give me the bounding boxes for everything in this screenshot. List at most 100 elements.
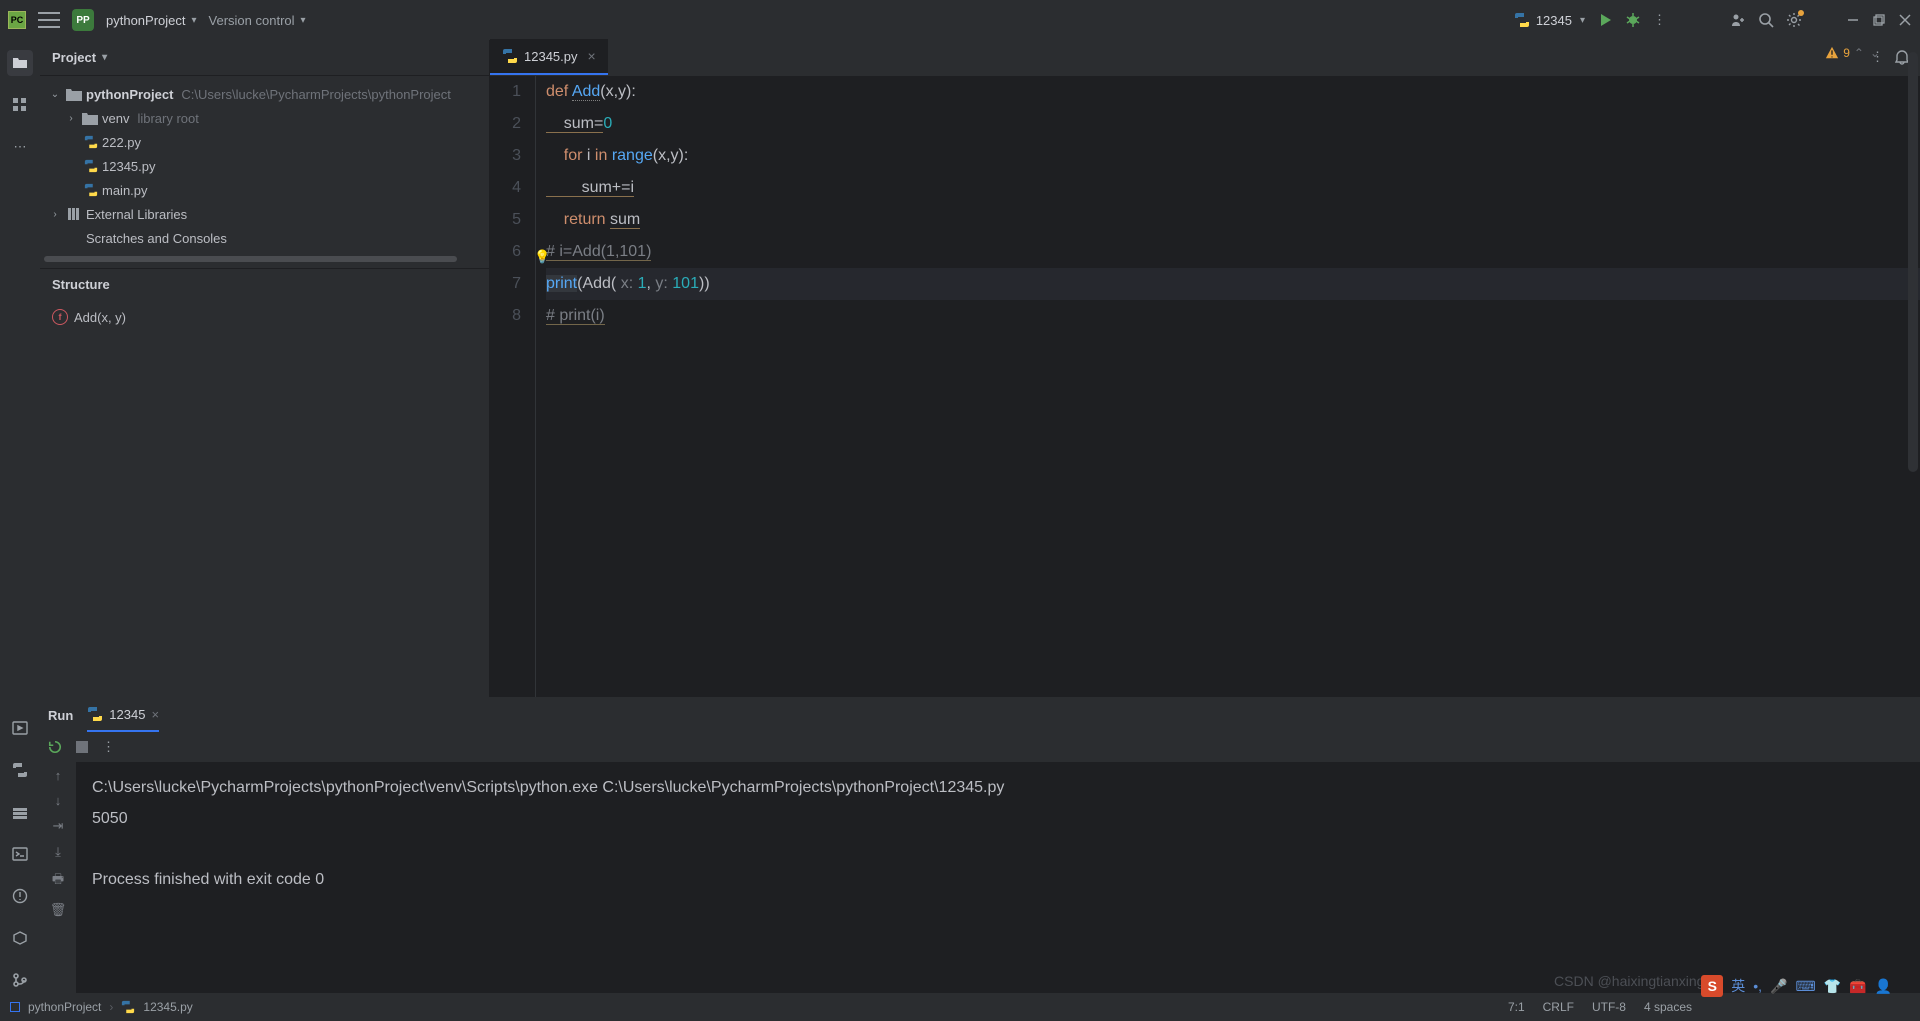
soft-wrap-icon[interactable]: ⇥ [53,818,64,834]
editor-tab-label: 12345.py [524,49,578,64]
left-tool-rail: ⋯ [0,40,40,993]
run-button[interactable] [1597,12,1613,28]
ime-punct-icon[interactable]: •, [1753,978,1762,994]
project-badge: PP [72,9,94,31]
prev-highlight-icon[interactable]: ⌃ [1854,46,1864,60]
status-bar: pythonProject › 12345.py 7:1 CRLF UTF-8 … [0,993,1920,1021]
vcs-button[interactable] [7,967,33,993]
code-with-me-icon[interactable] [1730,12,1746,28]
warning-icon [1825,46,1839,60]
tree-external-libs[interactable]: › External Libraries [40,202,489,226]
close-button[interactable] [1898,14,1912,26]
tree-file[interactable]: main.py [40,178,489,202]
run-output[interactable]: C:\Users\lucke\PycharmProjects\pythonPro… [76,762,1920,993]
intention-bulb-icon[interactable]: 💡 [534,241,550,273]
tree-scratch-label: Scratches and Consoles [86,231,227,246]
version-control-label: Version control [209,13,295,28]
tree-file-label: 222.py [102,135,141,150]
tree-file[interactable]: 222.py [40,130,489,154]
python-console-button[interactable] [7,757,33,783]
editor-tab[interactable]: 12345.py × [490,39,608,75]
tree-root-path: C:\Users\lucke\PycharmProjects\pythonPro… [181,87,450,102]
breadcrumb-project[interactable]: pythonProject [28,1000,101,1014]
tree-root-label: pythonProject [86,87,173,102]
stop-button[interactable] [76,741,88,753]
line-ending[interactable]: CRLF [1543,1000,1574,1014]
project-selector[interactable]: pythonProject ▾ [106,13,197,28]
caret-position[interactable]: 7:1 [1508,1000,1525,1014]
ime-mic-icon[interactable]: 🎤 [1770,978,1787,995]
ime-tool-icon[interactable]: 🧰 [1849,978,1866,995]
debug-button[interactable] [1625,12,1641,28]
inspection-indicator[interactable]: 9 ⌃⌄ [1825,46,1880,60]
up-icon[interactable]: ↑ [55,768,62,783]
more-tool-button[interactable]: ⋯ [7,134,33,160]
tree-venv-label: venv [102,111,129,126]
scroll-to-end-icon[interactable]: ⤓ [55,844,61,860]
structure-item[interactable]: f Add(x, y) [52,306,477,328]
editor-body[interactable]: 💡 def Add(x,y): sum=0 for i in range(x,y… [536,76,1920,697]
tree-scratches[interactable]: › Scratches and Consoles [40,226,489,250]
run-tab[interactable]: 12345 × [87,698,159,732]
pycharm-logo-icon: PC [8,11,26,29]
project-tool-button[interactable] [7,50,33,76]
run-config-selector[interactable]: 12345 ▾ [1514,12,1585,28]
rerun-button[interactable] [48,740,62,754]
python-packages-button[interactable] [7,799,33,825]
indent-setting[interactable]: 4 spaces [1644,1000,1692,1014]
more-actions-button[interactable]: ⋮ [1653,12,1666,28]
tree-venv-hint: library root [137,111,198,126]
python-icon [121,1000,135,1014]
settings-icon[interactable] [1786,12,1802,28]
run-more-icon[interactable]: ⋮ [102,739,115,755]
function-icon: f [52,309,68,325]
ime-skin-icon[interactable]: 👕 [1824,978,1841,995]
tree-root[interactable]: ⌄ pythonProject C:\Users\lucke\PycharmPr… [40,82,489,106]
problems-button[interactable] [7,883,33,909]
down-icon[interactable]: ↓ [55,793,62,808]
status-indicator-icon[interactable] [10,1002,20,1012]
project-name-label: pythonProject [106,13,186,28]
main-menu-icon[interactable] [38,12,60,28]
run-result-line: 5050 [92,810,128,827]
run-config-label: 12345 [1536,13,1572,28]
close-run-tab-icon[interactable]: × [151,707,159,722]
project-panel-title: Project [52,50,96,65]
project-tree: ⌄ pythonProject C:\Users\lucke\PycharmPr… [40,76,489,268]
minimize-button[interactable] [1846,14,1860,26]
python-icon [1514,12,1530,28]
structure-tool-button[interactable] [7,92,33,118]
print-icon[interactable]: 🖶 [52,870,64,892]
editor-gutter: 1 2 3 4 5 6 7 8 [490,76,536,697]
editor-scrollbar[interactable] [1908,52,1918,472]
search-icon[interactable] [1758,12,1774,28]
run-side-toolbar: ↑ ↓ ⇥ ⤓ 🖶 🗑 [40,762,76,993]
clear-icon[interactable]: 🗑 [50,902,67,918]
ime-keyboard-icon[interactable]: ⌨ [1795,978,1815,995]
breadcrumb-file[interactable]: 12345.py [143,1000,192,1014]
python-icon [502,48,518,64]
ime-user-icon[interactable]: 👤 [1875,978,1892,995]
maximize-button[interactable] [1872,14,1886,26]
services-button[interactable] [7,925,33,951]
tree-ext-label: External Libraries [86,207,187,222]
close-tab-icon[interactable]: × [588,48,596,64]
run-exit-line: Process finished with exit code 0 [92,871,324,888]
tree-scrollbar[interactable] [44,256,457,262]
run-cmd-line: C:\Users\lucke\PycharmProjects\pythonPro… [92,779,1004,796]
tree-file-label: main.py [102,183,148,198]
encoding[interactable]: UTF-8 [1592,1000,1626,1014]
ime-toolbar: S 英 •, 🎤 ⌨ 👕 🧰 👤 [1701,975,1892,997]
project-panel-header[interactable]: Project ▾ [40,40,489,76]
sogou-icon[interactable]: S [1701,975,1723,997]
tree-file[interactable]: 12345.py [40,154,489,178]
terminal-button[interactable] [7,841,33,867]
tree-venv[interactable]: › venv library root [40,106,489,130]
ime-lang[interactable]: 英 [1731,976,1745,996]
structure-item-label: Add(x, y) [74,310,126,325]
run-tool-button[interactable] [7,715,33,741]
version-control-menu[interactable]: Version control ▾ [209,13,306,28]
run-tab-label: 12345 [109,707,145,722]
structure-panel-header[interactable]: Structure [40,268,489,300]
next-highlight-icon[interactable]: ⌄ [1870,46,1880,60]
